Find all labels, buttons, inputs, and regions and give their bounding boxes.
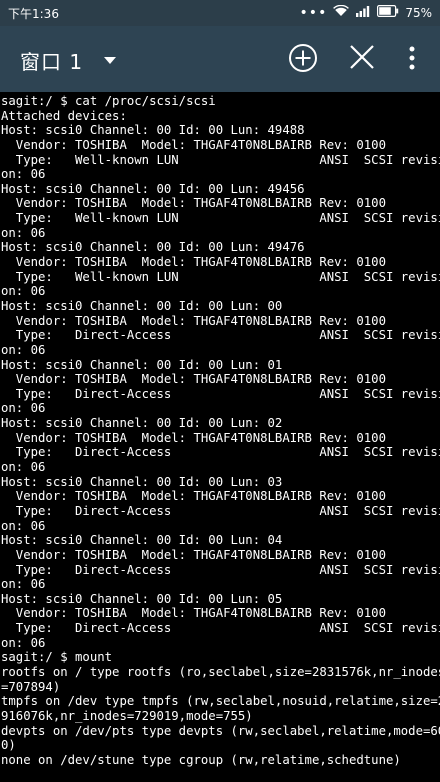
- terminal-line: on: 06: [1, 342, 46, 357]
- terminal-line: on: 06: [1, 577, 46, 592]
- terminal-line: Type: Well-known LUN ANSI SCSI revisi: [1, 269, 440, 284]
- terminal-line: rootfs on / type rootfs (ro,seclabel,siz…: [1, 664, 440, 679]
- terminal-line: on: 06: [1, 225, 46, 240]
- terminal-line: on: 06: [1, 518, 46, 533]
- terminal-line: Vendor: TOSHIBA Model: THGAF4T0N8LBAIRB …: [1, 430, 386, 445]
- terminal-line: Vendor: TOSHIBA Model: THGAF4T0N8LBAIRB …: [1, 547, 386, 562]
- terminal-line: Type: Direct-Access ANSI SCSI revisi: [1, 328, 440, 343]
- terminal-line: Host: scsi0 Channel: 00 Id: 00 Lun: 04: [1, 533, 283, 548]
- signal-icon: [355, 5, 371, 20]
- terminal-line: Attached devices:: [1, 108, 127, 123]
- terminal-line: sagit:/ $ cat /proc/scsi/scsi: [1, 94, 216, 108]
- window-title[interactable]: 窗口 1: [20, 46, 83, 75]
- status-time: 下午1:36: [8, 7, 59, 21]
- status-bar: 下午1:36 ••• 75%: [0, 0, 440, 26]
- terminal-line: Type: Direct-Access ANSI SCSI revisi: [1, 386, 440, 401]
- add-window-button[interactable]: [288, 43, 318, 73]
- terminal-line: Vendor: TOSHIBA Model: THGAF4T0N8LBAIRB …: [1, 313, 386, 328]
- wifi-icon: [333, 4, 350, 20]
- terminal-line: on: 06: [1, 460, 46, 475]
- terminal-line: Host: scsi0 Channel: 00 Id: 00 Lun: 4947…: [1, 240, 305, 255]
- close-window-button[interactable]: [348, 43, 376, 71]
- terminal-line: Vendor: TOSHIBA Model: THGAF4T0N8LBAIRB …: [1, 196, 386, 211]
- terminal-line: Vendor: TOSHIBA Model: THGAF4T0N8LBAIRB …: [1, 372, 386, 387]
- terminal-line: sagit:/ $ mount: [1, 650, 113, 665]
- terminal-line: devpts on /dev/pts type devpts (rw,secla…: [1, 723, 440, 738]
- terminal-line: Host: scsi0 Channel: 00 Id: 00 Lun: 01: [1, 357, 283, 372]
- terminal-line: Type: Direct-Access ANSI SCSI revisi: [1, 445, 440, 460]
- terminal-line: on: 06: [1, 401, 46, 416]
- overflow-menu-icon: [409, 46, 415, 70]
- terminal-line: Host: scsi0 Channel: 00 Id: 00 Lun: 00: [1, 298, 283, 313]
- terminal-line: Type: Well-known LUN ANSI SCSI revisi: [1, 211, 440, 226]
- terminal-line: Host: scsi0 Channel: 00 Id: 00 Lun: 4945…: [1, 181, 305, 196]
- add-icon: [289, 44, 317, 72]
- status-icons: ••• 75%: [299, 4, 432, 21]
- terminal-line: Host: scsi0 Channel: 00 Id: 00 Lun: 02: [1, 416, 283, 431]
- terminal-line: Host: scsi0 Channel: 00 Id: 00 Lun: 4948…: [1, 123, 305, 138]
- terminal-line: Type: Direct-Access ANSI SCSI revisi: [1, 621, 440, 636]
- battery-percentage: 75%: [405, 5, 432, 20]
- terminal-line: Host: scsi0 Channel: 00 Id: 00 Lun: 03: [1, 474, 283, 489]
- terminal-line: tmpfs on /dev type tmpfs (rw,seclabel,no…: [1, 694, 440, 709]
- terminal-line: =707894): [1, 679, 61, 694]
- terminal-line: none on /dev/stune type cgroup (rw,relat…: [1, 752, 401, 767]
- app-bar: 窗口 1: [0, 26, 440, 92]
- close-icon: [350, 45, 374, 69]
- terminal-line: Type: Direct-Access ANSI SCSI revisi: [1, 562, 440, 577]
- notification-dots: •••: [299, 4, 328, 21]
- terminal-line: Host: scsi0 Channel: 00 Id: 00 Lun: 05: [1, 591, 283, 606]
- terminal-line: on: 06: [1, 167, 46, 182]
- battery-icon: [377, 5, 399, 20]
- terminal-line: Vendor: TOSHIBA Model: THGAF4T0N8LBAIRB …: [1, 489, 386, 504]
- terminal-line: Vendor: TOSHIBA Model: THGAF4T0N8LBAIRB …: [1, 137, 386, 152]
- terminal-line: Vendor: TOSHIBA Model: THGAF4T0N8LBAIRB …: [1, 606, 386, 621]
- terminal-line: Type: Well-known LUN ANSI SCSI revisi: [1, 152, 440, 167]
- terminal-line: Vendor: TOSHIBA Model: THGAF4T0N8LBAIRB …: [1, 255, 386, 270]
- terminal-line: Type: Direct-Access ANSI SCSI revisi: [1, 503, 440, 518]
- terminal-output[interactable]: sagit:/ $ cat /proc/scsi/scsi Attached de…: [0, 94, 440, 782]
- dropdown-icon[interactable]: [104, 57, 116, 64]
- terminal-line: 0): [1, 738, 16, 753]
- terminal-line: on: 06: [1, 635, 46, 650]
- terminal-line: on: 06: [1, 284, 46, 299]
- overflow-menu-button[interactable]: [402, 43, 422, 73]
- terminal-line: 916076k,nr_inodes=729019,mode=755): [1, 708, 253, 723]
